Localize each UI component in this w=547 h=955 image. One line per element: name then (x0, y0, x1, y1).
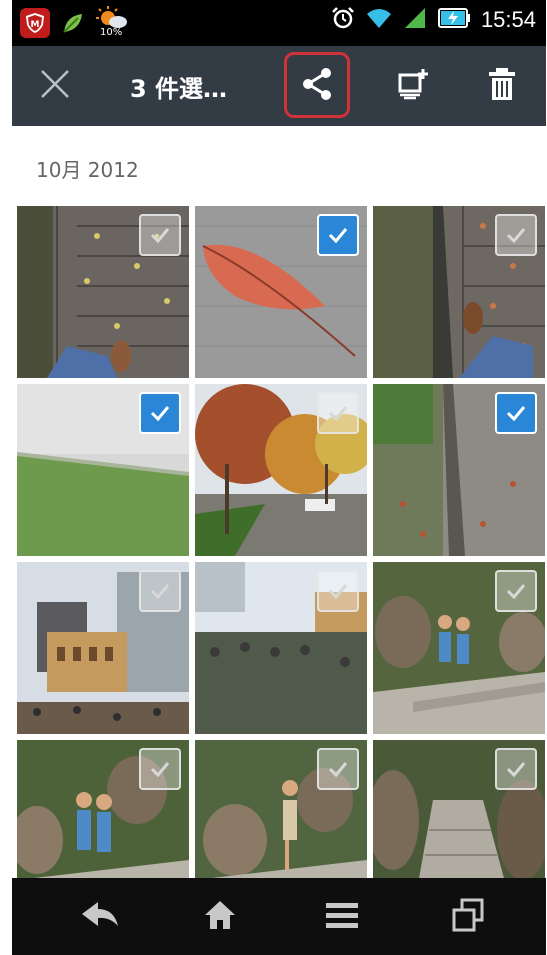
photo-thumb-1[interactable] (17, 206, 189, 378)
select-checkbox[interactable] (317, 214, 359, 256)
select-checkbox[interactable] (139, 214, 181, 256)
select-checkbox[interactable] (317, 392, 359, 434)
select-checkbox[interactable] (495, 748, 537, 790)
alarm-icon (331, 6, 355, 34)
home-button[interactable] (180, 878, 260, 955)
photo-thumb-2[interactable] (195, 206, 367, 378)
photo-thumb-8[interactable] (195, 562, 367, 734)
select-checkbox[interactable] (495, 570, 537, 612)
weather-icon: 10% (96, 6, 130, 40)
select-checkbox[interactable] (495, 214, 537, 256)
battery-charging-icon (437, 6, 471, 34)
status-left: M 10% (20, 6, 130, 40)
selection-action-bar: 3 件選… (12, 46, 546, 126)
photo-grid (17, 206, 546, 912)
trash-icon (487, 67, 517, 105)
select-checkbox[interactable] (139, 748, 181, 790)
select-checkbox[interactable] (317, 570, 359, 612)
photo-thumb-9[interactable] (373, 562, 545, 734)
photo-thumb-7[interactable] (17, 562, 189, 734)
select-checkbox[interactable] (317, 748, 359, 790)
date-section-header: 10月 2012 (36, 158, 139, 182)
photo-thumb-3[interactable] (373, 206, 545, 378)
recent-apps-button[interactable] (428, 878, 508, 955)
weather-percent: 10% (100, 27, 123, 38)
add-to-screen-button[interactable] (378, 46, 448, 126)
close-icon (38, 67, 72, 105)
back-icon (80, 900, 120, 934)
select-checkbox[interactable] (139, 392, 181, 434)
system-nav-bar (12, 878, 546, 955)
delete-button[interactable] (472, 46, 532, 126)
home-icon (203, 899, 237, 935)
select-checkbox[interactable] (495, 392, 537, 434)
status-bar: M 10% 15:54 (12, 0, 546, 46)
status-right: 15:54 (331, 6, 536, 34)
share-button[interactable] (282, 46, 352, 126)
status-time: 15:54 (480, 7, 536, 32)
screen: M 10% 15:54 3 件選… 10月 2012 (12, 0, 546, 955)
close-selection-button[interactable] (30, 46, 80, 126)
back-button[interactable] (60, 878, 140, 955)
add-to-screen-icon (396, 67, 430, 105)
menu-icon (324, 900, 360, 934)
select-checkbox[interactable] (139, 570, 181, 612)
leaf-icon (60, 10, 86, 36)
svg-text:M: M (31, 20, 40, 30)
signal-icon (403, 6, 427, 34)
photo-thumb-6[interactable] (373, 384, 545, 556)
photo-thumb-5[interactable] (195, 384, 367, 556)
recent-apps-icon (451, 898, 485, 936)
share-highlight-frame (284, 52, 350, 118)
shield-app-icon: M (20, 8, 50, 38)
selection-count-title: 3 件選… (130, 74, 228, 103)
photo-thumb-4[interactable] (17, 384, 189, 556)
menu-button[interactable] (302, 878, 382, 955)
wifi-icon (365, 6, 393, 34)
